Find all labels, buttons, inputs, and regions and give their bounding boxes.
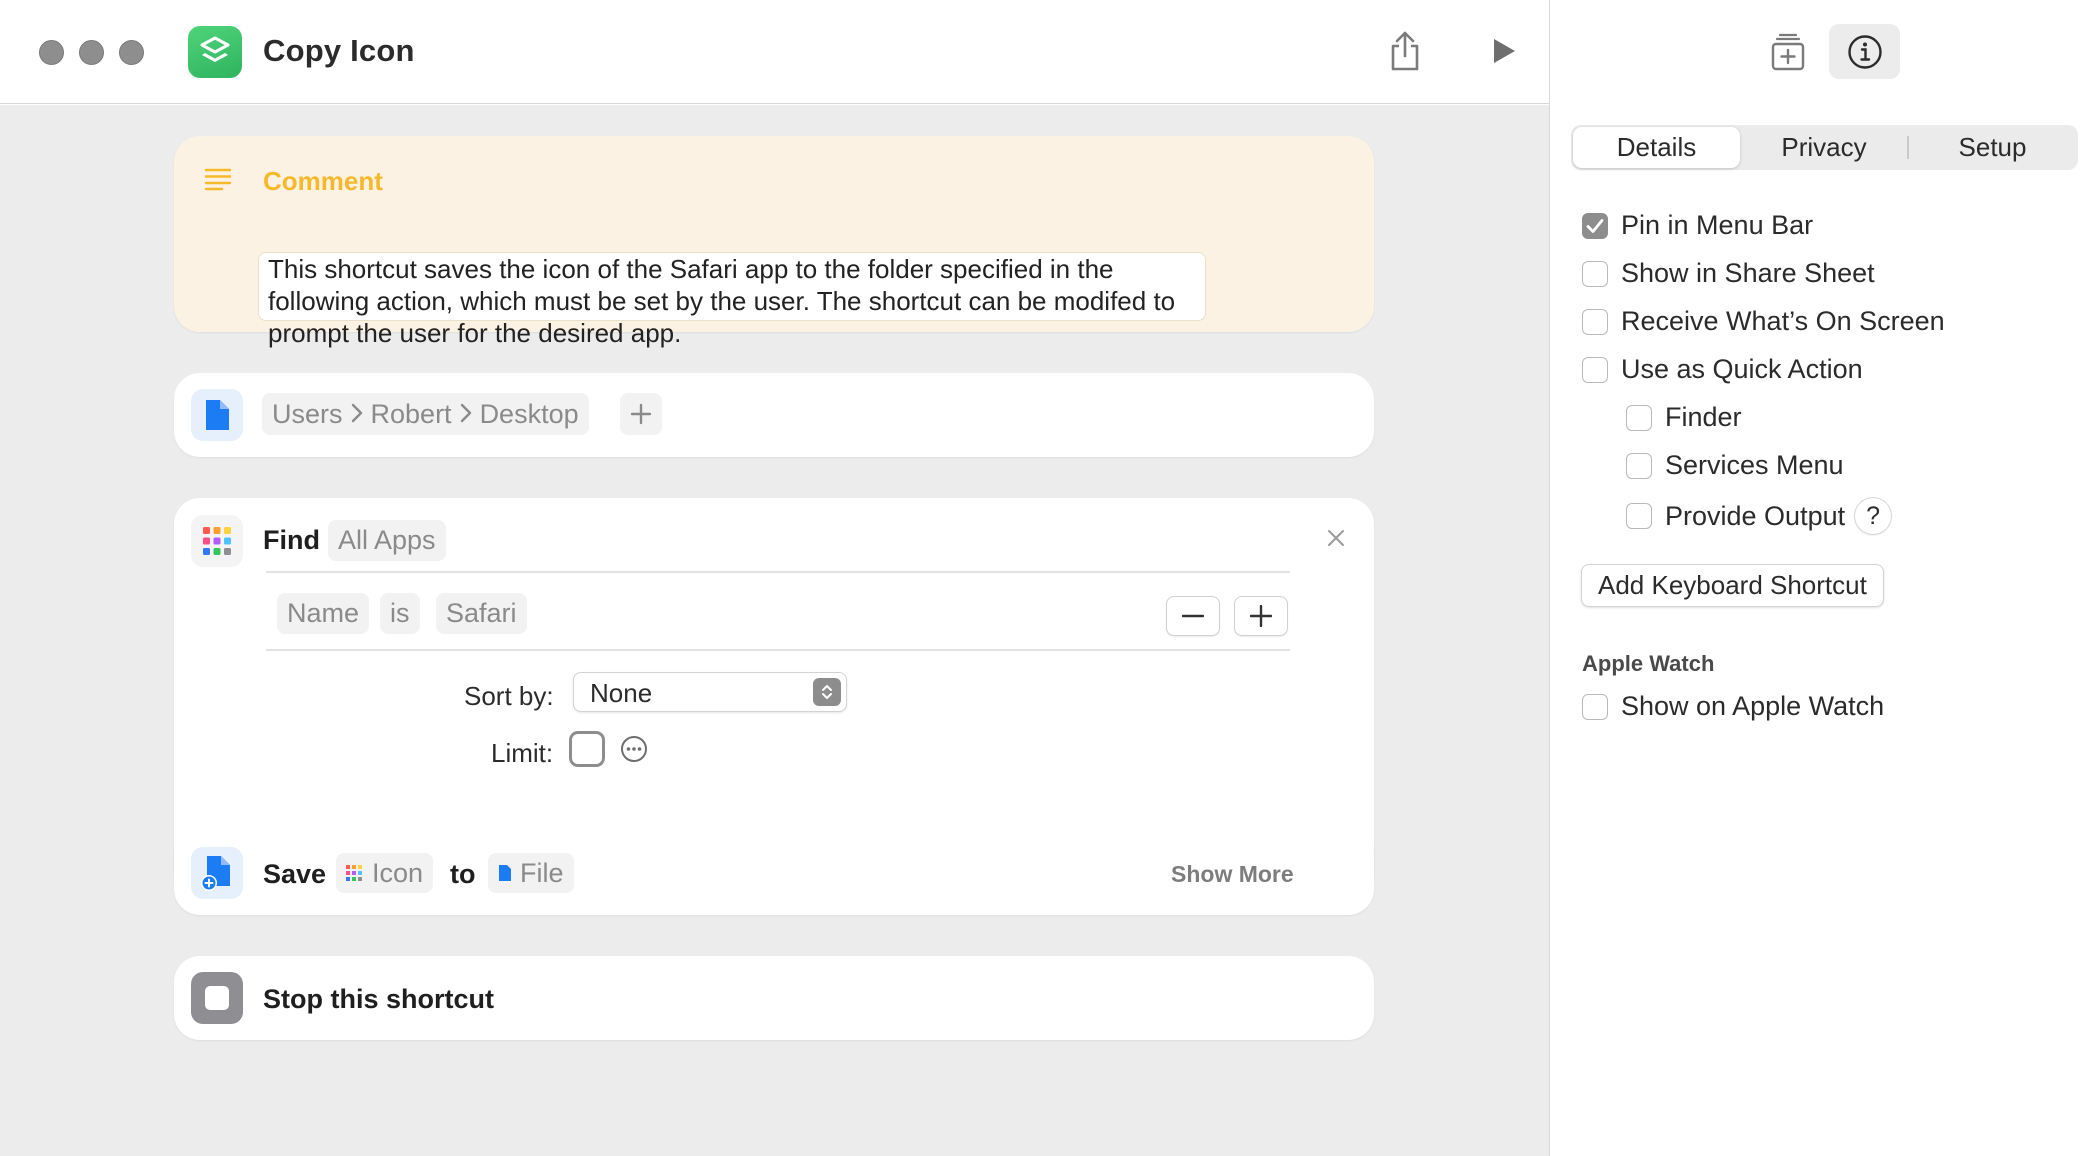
plus-icon: [1250, 605, 1272, 627]
ellipsis-circle-icon: [621, 736, 647, 762]
add-filter-button[interactable]: [1234, 596, 1288, 636]
comment-label: Comment: [263, 166, 383, 196]
option-label: Use as Quick Action: [1621, 354, 1863, 384]
comment-action[interactable]: Comment This shortcut saves the icon of …: [174, 136, 1374, 348]
option-pin-in-menu-bar[interactable]: Pin in Menu Bar: [1582, 210, 1813, 241]
play-icon: [1494, 39, 1515, 63]
window-title: Copy Icon: [263, 33, 415, 68]
share-button[interactable]: [1385, 28, 1425, 74]
divider: [266, 571, 1290, 573]
limit-label: Limit:: [491, 738, 554, 768]
remove-action-button[interactable]: [1326, 528, 1346, 553]
info-button[interactable]: [1829, 24, 1900, 79]
checkmark-icon: [1586, 218, 1604, 233]
option-label: Provide Output: [1665, 500, 1846, 531]
option-show-in-share-sheet[interactable]: Show in Share Sheet: [1582, 258, 1875, 289]
close-icon: [1328, 530, 1344, 546]
chevron-right-icon: [460, 399, 472, 430]
apps-grid-icon: [346, 865, 362, 881]
save-file-icon: [191, 847, 243, 899]
input-variable-label: Icon: [372, 857, 424, 888]
stop-label: Stop this shortcut: [263, 984, 494, 1014]
zoom-window-button[interactable]: [119, 40, 144, 65]
option-finder[interactable]: Finder: [1626, 402, 1742, 433]
sort-select[interactable]: None: [573, 672, 847, 712]
stop-icon: [191, 972, 243, 1024]
checkbox[interactable]: [1626, 503, 1652, 529]
add-path-button[interactable]: [620, 393, 662, 435]
share-icon: [1391, 31, 1419, 71]
minus-icon: [1182, 614, 1204, 618]
path-segment[interactable]: Desktop: [480, 399, 579, 430]
destination-label: File: [520, 857, 564, 888]
help-button[interactable]: ?: [1855, 498, 1892, 534]
add-keyboard-shortcut-button[interactable]: Add Keyboard Shortcut: [1581, 564, 1884, 607]
apps-grid-icon: [191, 515, 243, 567]
input-variable-token[interactable]: Icon: [336, 853, 434, 893]
text-lines-icon: [204, 167, 232, 196]
add-action-library-button[interactable]: [1768, 32, 1808, 72]
save-preposition: to: [450, 859, 476, 889]
option-services-menu[interactable]: Services Menu: [1626, 450, 1844, 481]
checkbox[interactable]: [1582, 260, 1608, 287]
comment-text[interactable]: This shortcut saves the icon of the Safa…: [268, 253, 1220, 349]
document-icon: [206, 400, 229, 430]
chevron-right-icon: [351, 399, 363, 430]
sort-select-value: None: [590, 678, 653, 708]
option-quick-action[interactable]: Use as Quick Action: [1582, 354, 1863, 385]
minimize-window-button[interactable]: [79, 40, 104, 65]
panel-tab-bar: Details Privacy Setup: [1571, 125, 2078, 170]
checkbox-checked[interactable]: [1582, 212, 1608, 239]
option-provide-output[interactable]: Provide Output ?: [1626, 498, 1892, 534]
close-window-button[interactable]: [39, 40, 64, 65]
option-label: Receive What’s On Screen: [1621, 306, 1945, 336]
option-label: Show in Share Sheet: [1621, 258, 1875, 288]
info-icon: [1847, 34, 1882, 69]
find-scope-token[interactable]: All Apps: [328, 520, 446, 561]
action-editor: Comment This shortcut saves the icon of …: [0, 105, 1549, 1156]
run-button[interactable]: [1488, 34, 1520, 68]
updown-chevron-icon: [813, 678, 841, 706]
checkbox[interactable]: [1582, 693, 1608, 720]
filter-value-token[interactable]: Safari: [436, 593, 527, 634]
stop-shortcut-action[interactable]: Stop this shortcut: [174, 956, 1374, 1040]
option-show-on-apple-watch[interactable]: Show on Apple Watch: [1582, 691, 1884, 722]
tab-details[interactable]: Details: [1573, 127, 1740, 168]
checkbox[interactable]: [1626, 404, 1652, 431]
sort-label: Sort by:: [464, 681, 554, 711]
option-label: Show on Apple Watch: [1621, 691, 1885, 721]
apple-watch-section-title: Apple Watch: [1582, 651, 1715, 676]
option-label: Finder: [1665, 402, 1742, 432]
save-verb: Save: [263, 859, 327, 889]
checkbox[interactable]: [1582, 356, 1608, 383]
checkbox[interactable]: [1582, 308, 1608, 335]
path-segment[interactable]: Users: [272, 399, 343, 430]
folder-path[interactable]: Users Robert Desktop: [262, 393, 589, 435]
show-more-button[interactable]: Show More: [1171, 861, 1294, 888]
destination-token[interactable]: File: [488, 853, 574, 893]
divider: [266, 649, 1290, 651]
tab-privacy[interactable]: Privacy: [1741, 125, 1907, 170]
option-label: Pin in Menu Bar: [1621, 210, 1814, 240]
title-bar: Copy Icon: [0, 0, 1549, 104]
option-receive-on-screen[interactable]: Receive What’s On Screen: [1582, 306, 1945, 337]
plus-icon: [630, 403, 652, 425]
filter-operator-token[interactable]: is: [380, 593, 420, 634]
checkbox[interactable]: [1626, 452, 1652, 479]
more-options-button[interactable]: [620, 735, 648, 768]
library-add-icon: [1771, 33, 1805, 71]
path-segment[interactable]: Robert: [371, 399, 452, 430]
shortcuts-app-icon: [188, 26, 242, 78]
file-action-icon: [191, 389, 243, 441]
file-action[interactable]: Users Robert Desktop: [174, 373, 1374, 457]
remove-filter-button[interactable]: [1166, 596, 1220, 636]
save-file-action[interactable]: Save Icon to File Show More: [174, 831, 1374, 915]
document-icon: [499, 865, 511, 881]
tab-setup[interactable]: Setup: [1909, 125, 2076, 170]
limit-checkbox[interactable]: [569, 731, 605, 767]
option-label: Services Menu: [1665, 450, 1844, 480]
find-verb: Find: [263, 525, 320, 555]
filter-field-token[interactable]: Name: [277, 593, 370, 634]
